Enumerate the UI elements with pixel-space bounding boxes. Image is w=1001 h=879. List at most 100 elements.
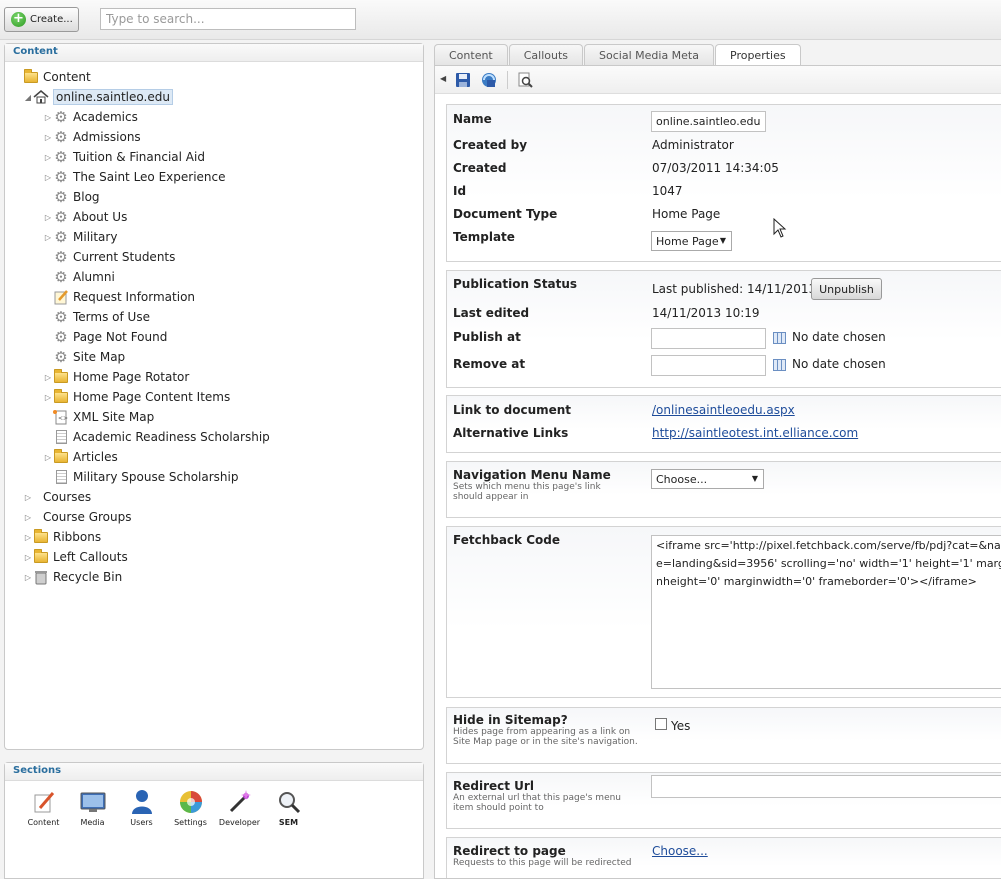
tree-node[interactable]: ⚙ Blog <box>43 187 100 207</box>
collapsed-caret-icon[interactable]: ▷ <box>43 373 53 382</box>
tree-node[interactable]: ⚙ Site Map <box>43 347 125 367</box>
calendar-icon[interactable] <box>773 332 786 344</box>
tree-node[interactable]: ⚙ Terms of Use <box>43 307 150 327</box>
save-publish-icon[interactable] <box>481 72 497 88</box>
tree-node-label[interactable]: Articles <box>73 450 118 464</box>
name-field[interactable]: online.saintleo.edu <box>651 111 766 132</box>
collapsed-caret-icon[interactable]: ▷ <box>43 173 53 182</box>
collapsed-caret-icon[interactable]: ▷ <box>43 233 53 242</box>
collapse-arrow-icon[interactable]: ◀ <box>440 74 446 83</box>
tree-node-label[interactable]: Site Map <box>73 350 125 364</box>
hide-in-sitemap-checkbox[interactable] <box>655 718 667 730</box>
tree-node-label[interactable]: Academics <box>73 110 138 124</box>
tree-node[interactable]: ▷ Course Groups <box>23 507 132 527</box>
tree-node[interactable]: ▷ Home Page Content Items <box>43 387 230 407</box>
tab-social-media-meta[interactable]: Social Media Meta <box>584 44 714 66</box>
tree-node[interactable]: ◢ online.saintleo.edu <box>23 87 173 107</box>
fetchback-code-textarea[interactable]: <iframe src='http://pixel.fetchback.com/… <box>651 535 1001 689</box>
tree-node-label[interactable]: Alumni <box>73 270 115 284</box>
tree-node-label[interactable]: Home Page Content Items <box>73 390 230 404</box>
calendar-icon[interactable] <box>773 359 786 371</box>
section-settings[interactable]: Settings <box>166 789 215 827</box>
tree-node[interactable]: ⚙ Page Not Found <box>43 327 167 347</box>
create-button[interactable]: + Create... <box>4 7 79 32</box>
tree-node-label[interactable]: About Us <box>73 210 127 224</box>
tree-node-label[interactable]: Current Students <box>73 250 175 264</box>
tab-content[interactable]: Content <box>434 44 508 66</box>
navigation-menu-select[interactable]: Choose... ▼ <box>651 469 764 489</box>
tree-node[interactable]: ⚙ Current Students <box>43 247 175 267</box>
tree-node[interactable]: Request Information <box>43 287 195 307</box>
collapsed-caret-icon[interactable]: ▷ <box>43 213 53 222</box>
tree-node-label[interactable]: Academic Readiness Scholarship <box>73 430 270 444</box>
tree-node-label[interactable]: Recycle Bin <box>53 570 122 584</box>
publish-at-field[interactable] <box>651 328 766 349</box>
save-icon[interactable] <box>455 72 471 88</box>
section-developer[interactable]: Developer <box>215 789 264 827</box>
tree-node[interactable]: ▷ Left Callouts <box>23 547 128 567</box>
tree-node-label[interactable]: Course Groups <box>43 510 132 524</box>
preview-icon[interactable] <box>517 72 533 88</box>
section-users[interactable]: Users <box>117 789 166 827</box>
link-to-document[interactable]: /onlinesaintleoedu.aspx <box>652 403 795 417</box>
tree-node[interactable]: ▷ ⚙ About Us <box>43 207 127 227</box>
tree-node-label[interactable]: Tuition & Financial Aid <box>73 150 205 164</box>
tree-node[interactable]: <> XML Site Map <box>43 407 154 427</box>
collapsed-caret-icon[interactable]: ▷ <box>23 513 33 522</box>
tree-node[interactable]: ⚙ Alumni <box>43 267 115 287</box>
tree-node-label[interactable]: Military <box>73 230 117 244</box>
collapsed-caret-icon[interactable]: ▷ <box>43 153 53 162</box>
tree-node[interactable]: ▷ Articles <box>43 447 118 467</box>
tree-node-label[interactable]: Left Callouts <box>53 550 128 564</box>
tree-node-label[interactable]: Terms of Use <box>73 310 150 324</box>
collapsed-caret-icon[interactable]: ▷ <box>23 533 33 542</box>
remove-at-field[interactable] <box>651 355 766 376</box>
tree-node-label[interactable]: Request Information <box>73 290 195 304</box>
collapsed-caret-icon[interactable]: ▷ <box>43 113 53 122</box>
tree-node[interactable]: Military Spouse Scholarship <box>43 467 239 487</box>
tree-node-label[interactable]: Blog <box>73 190 100 204</box>
search-input[interactable] <box>100 8 356 30</box>
tree-node-label[interactable]: XML Site Map <box>73 410 154 424</box>
tab-properties[interactable]: Properties <box>715 44 801 67</box>
template-select[interactable]: Home Page ▼ <box>651 231 732 251</box>
tree-node-label[interactable]: Military Spouse Scholarship <box>73 470 239 484</box>
tree-node[interactable]: ▷ Ribbons <box>23 527 101 547</box>
collapsed-caret-icon[interactable]: ▷ <box>23 573 33 582</box>
tree-node-label[interactable]: The Saint Leo Experience <box>73 170 226 184</box>
collapsed-caret-icon[interactable]: ▷ <box>43 393 53 402</box>
section-content[interactable]: Content <box>19 789 68 827</box>
tree-node[interactable]: ▷ ⚙ Military <box>43 227 118 247</box>
tree-node[interactable]: ▷ Home Page Rotator <box>43 367 189 387</box>
document-icon <box>53 469 69 485</box>
expanded-caret-icon[interactable]: ◢ <box>23 93 33 102</box>
redirect-to-page-choose[interactable]: Choose... <box>652 844 708 858</box>
collapsed-caret-icon[interactable]: ▷ <box>43 133 53 142</box>
hide-in-sitemap-yes: Yes <box>671 719 691 733</box>
tree-node-label[interactable]: Ribbons <box>53 530 101 544</box>
tree-node-label[interactable]: Home Page Rotator <box>73 370 189 384</box>
tree-node-label[interactable]: Page Not Found <box>73 330 167 344</box>
tree-node-label[interactable]: online.saintleo.edu <box>53 89 173 105</box>
tree-node[interactable]: ▷ ⚙ Tuition & Financial Aid <box>43 147 205 167</box>
tree-node[interactable]: ▷ ⚙ The Saint Leo Experience <box>43 167 226 187</box>
collapsed-caret-icon[interactable]: ▷ <box>23 493 33 502</box>
tree-node-label[interactable]: Admissions <box>73 130 141 144</box>
collapsed-caret-icon[interactable]: ▷ <box>23 553 33 562</box>
collapsed-caret-icon[interactable]: ▷ <box>43 453 53 462</box>
tree-node[interactable]: ▷ ⚙ Admissions <box>43 127 141 147</box>
tree-node-label[interactable]: Content <box>43 70 91 84</box>
tree-node[interactable]: Academic Readiness Scholarship <box>43 427 270 447</box>
tree-node[interactable]: ▷ Courses <box>23 487 91 507</box>
tree-node[interactable]: Content <box>13 67 91 87</box>
tree-node-label[interactable]: Courses <box>43 490 91 504</box>
section-media[interactable]: Media <box>68 789 117 827</box>
tree-node[interactable]: ▷ ⚙ Academics <box>43 107 138 127</box>
alternative-link[interactable]: http://saintleotest.int.elliance.com <box>652 426 858 440</box>
unpublish-button[interactable]: Unpublish <box>811 278 882 300</box>
redirect-url-field[interactable] <box>651 775 1001 798</box>
tree-node[interactable]: ▷ Recycle Bin <box>23 567 122 587</box>
tab-callouts[interactable]: Callouts <box>508 44 584 66</box>
name-label: Name <box>453 112 492 126</box>
section-sem[interactable]: SEM <box>264 789 313 827</box>
